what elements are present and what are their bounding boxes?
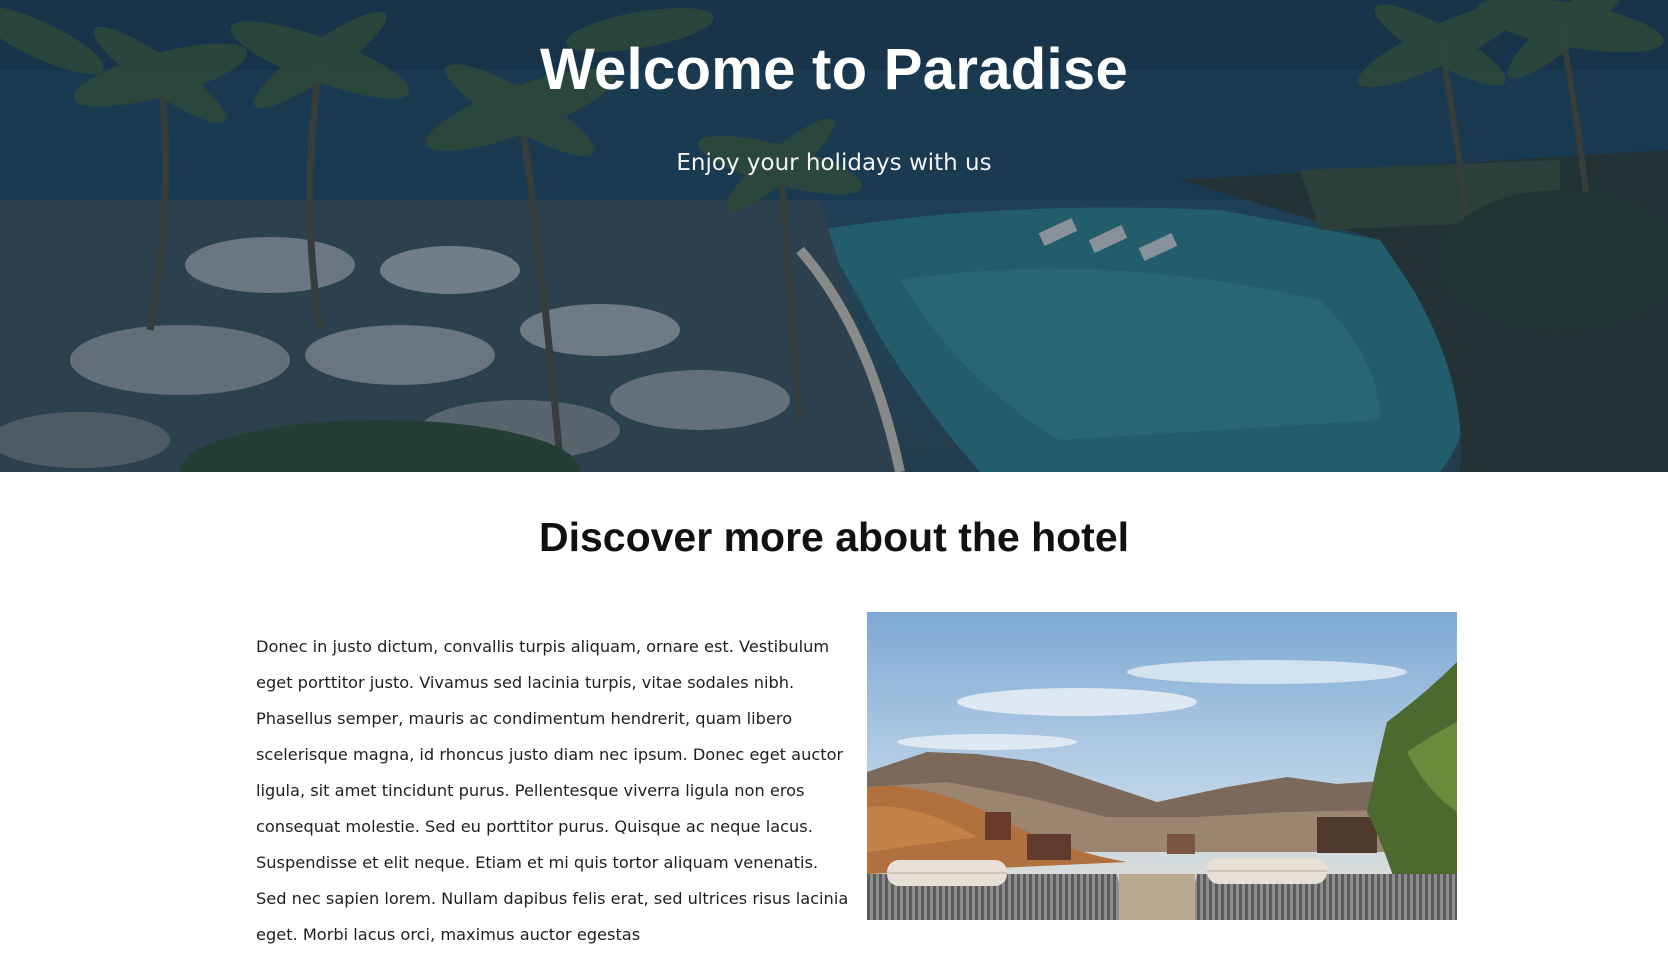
hero-banner: Welcome to Paradise Enjoy your holidays … bbox=[0, 0, 1668, 472]
section-heading: Discover more about the hotel bbox=[538, 514, 1130, 560]
hero-subtitle: Enjoy your holidays with us bbox=[676, 150, 992, 176]
hero-title: Welcome to Paradise bbox=[539, 37, 1129, 102]
about-paragraph: Donec in justo dictum, convallis turpis … bbox=[256, 637, 849, 944]
hotel-photo bbox=[867, 612, 1457, 920]
hotel-landscape-image bbox=[867, 612, 1457, 920]
